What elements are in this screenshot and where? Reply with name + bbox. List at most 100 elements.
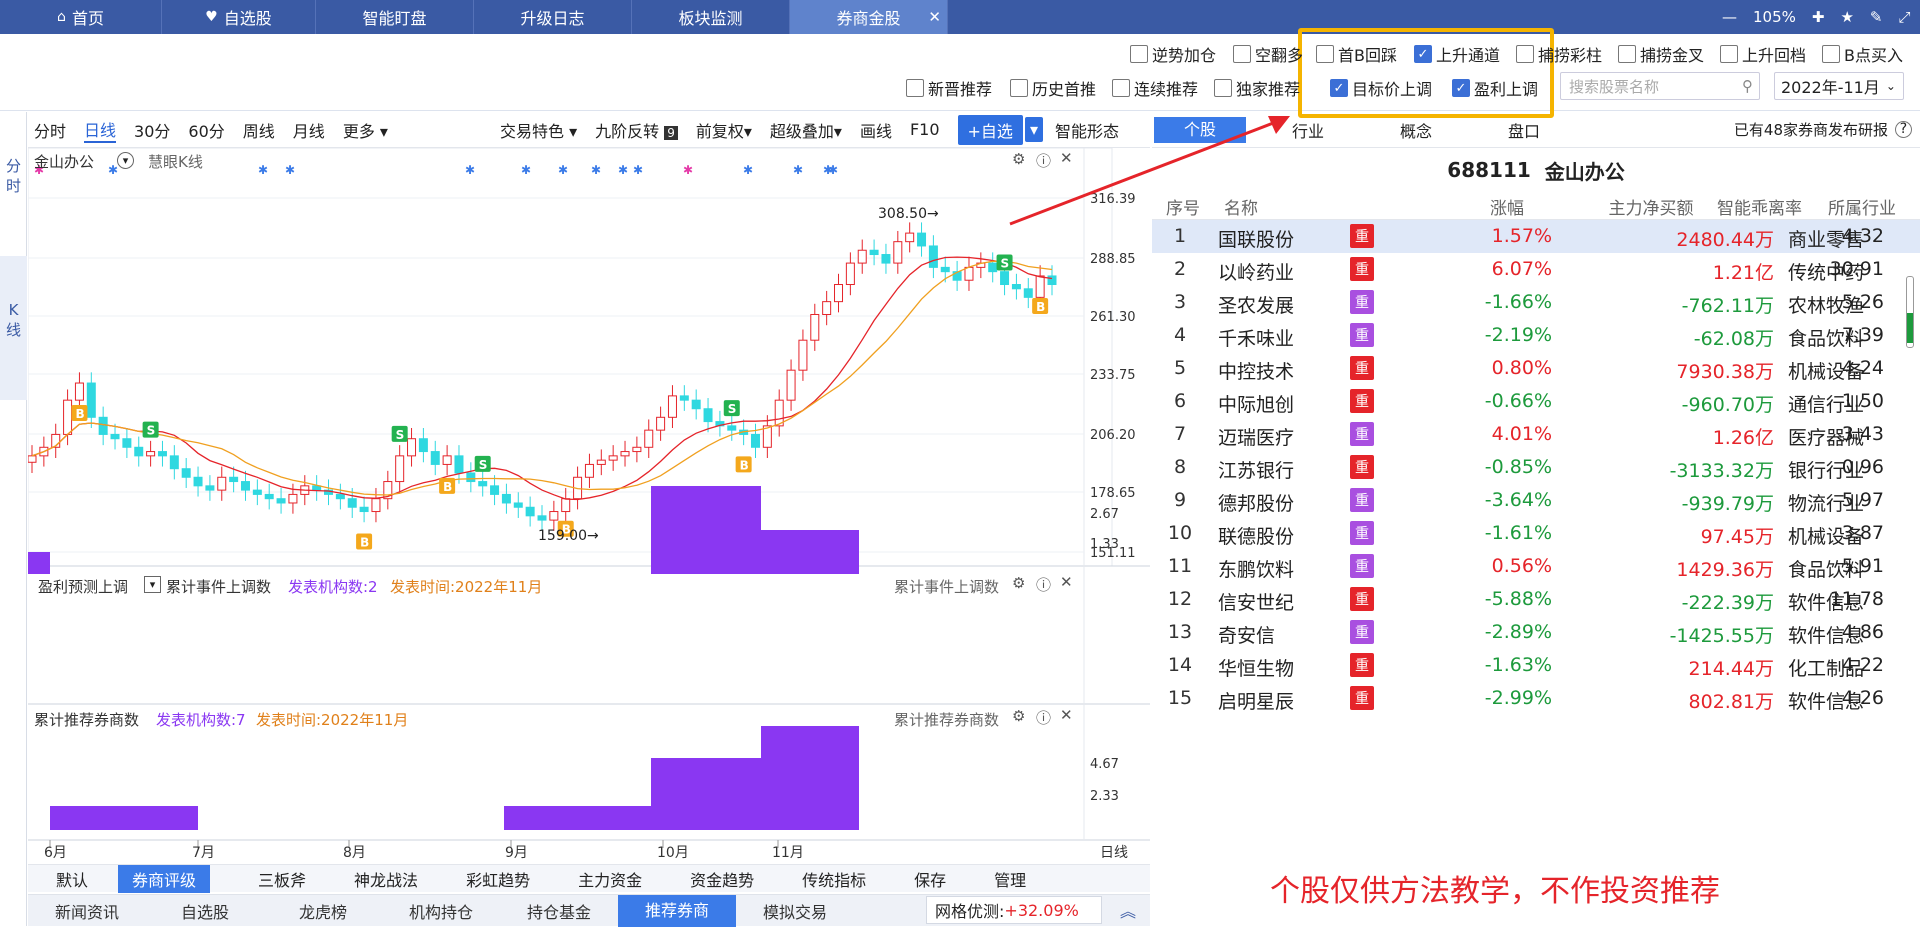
sidebar-item-kline[interactable]: K线: [0, 256, 27, 400]
tab-order-book[interactable]: 盘口: [1478, 118, 1570, 142]
close-icon[interactable]: ✕: [1060, 573, 1073, 591]
filter2-2[interactable]: 连续推荐: [1112, 76, 1198, 100]
table-row[interactable]: 15 启明星辰 -2.99% 802.81万 4.26 软件信息重: [1152, 682, 1920, 715]
filter-4[interactable]: 捕捞彩柱: [1516, 42, 1602, 66]
col-industry[interactable]: 所属行业: [1828, 194, 1896, 219]
filter-7[interactable]: B点买入: [1822, 42, 1903, 66]
help-icon[interactable]: ⓘ: [1036, 574, 1051, 595]
period-daily[interactable]: 日线: [84, 117, 117, 143]
kline-chart[interactable]: BSBSBSBSBSB ✱ ✱ ✱ ✱ ✱ ✱ ✱ ✱ ✱ ✱ ✱ ✱ ✱ ✱✱ 316.39288.85…: [28, 148, 1150, 864]
filter2-5[interactable]: ✓ 盈利上调: [1452, 76, 1538, 100]
tool-trade-feature[interactable]: 交易特色 ▾: [500, 118, 577, 142]
checkbox-icon[interactable]: [906, 79, 924, 97]
close-icon[interactable]: ✕: [1060, 706, 1073, 724]
indicator-tab-8[interactable]: 保存: [914, 867, 946, 891]
col-deviation[interactable]: 智能乖离率: [1652, 194, 1802, 219]
indicator-tab-7[interactable]: 传统指标: [802, 867, 866, 891]
tab-update-log[interactable]: 升级日志: [474, 0, 632, 34]
indicator-tab-5[interactable]: 主力资金: [578, 867, 642, 891]
zoom-out-icon[interactable]: —: [1722, 8, 1737, 26]
tool-f10[interactable]: F10: [910, 120, 940, 139]
tab-watchlist[interactable]: ♥ 自选股: [162, 0, 316, 34]
table-row[interactable]: 1 国联股份 1.57% 2480.44万 4.32 商业零售重: [1152, 220, 1920, 253]
table-row[interactable]: 8 江苏银行 -0.85% -3133.32万 0.96 银行行业重: [1152, 451, 1920, 484]
search-icon[interactable]: ⚲: [1742, 77, 1753, 95]
indicator-tab-0[interactable]: 默认: [56, 867, 88, 891]
period-60min[interactable]: 60分: [188, 118, 224, 142]
table-row[interactable]: 5 中控技术 0.80% 7930.38万 4.24 机械设备重: [1152, 352, 1920, 385]
checkbox-icon[interactable]: [1720, 45, 1738, 63]
filter-3[interactable]: ✓ 上升通道: [1414, 42, 1500, 66]
sidebar-item-timeshare[interactable]: 分时: [0, 156, 27, 196]
filter-5[interactable]: 捕捞金叉: [1618, 42, 1704, 66]
bottom-tab-4[interactable]: 持仓基金: [500, 899, 618, 923]
table-row[interactable]: 3 圣农发展 -1.66% -762.11万 5.26 农林牧渔重: [1152, 286, 1920, 319]
indicator-tab-2[interactable]: 三板斧: [258, 867, 306, 891]
search-input[interactable]: 搜索股票名称 ⚲: [1560, 72, 1760, 100]
period-30min[interactable]: 30分: [134, 118, 170, 142]
period-timeshare[interactable]: 分时: [34, 118, 66, 142]
table-row[interactable]: 7 迈瑞医疗 4.01% 1.26亿 3.43 医疗器械重: [1152, 418, 1920, 451]
col-change[interactable]: 涨幅: [1490, 194, 1524, 219]
checkbox-icon[interactable]: [1010, 79, 1028, 97]
tool-forward-adjust[interactable]: 前复权▾: [696, 118, 752, 142]
indicator-tab-4[interactable]: 彩虹趋势: [466, 867, 530, 891]
scrollbar-thumb[interactable]: [1906, 276, 1914, 348]
tool-draw-line[interactable]: 画线: [860, 118, 892, 142]
period-more[interactable]: 更多 ▾: [343, 118, 388, 142]
filter-1[interactable]: 空翻多: [1233, 42, 1303, 66]
table-row[interactable]: 4 千禾味业 -2.19% -62.08万 7.39 食品饮料重: [1152, 319, 1920, 352]
checkbox-checked-icon[interactable]: ✓: [1330, 79, 1348, 97]
table-row[interactable]: 11 东鹏饮料 0.56% 1429.36万 5.91 食品饮料重: [1152, 550, 1920, 583]
table-row[interactable]: 6 中际旭创 -0.66% -960.70万 1.50 通信行业重: [1152, 385, 1920, 418]
period-weekly[interactable]: 周线: [243, 118, 275, 142]
bottom-tab-5[interactable]: 推荐券商: [618, 894, 736, 927]
filter-6[interactable]: 上升回档: [1720, 42, 1806, 66]
col-no[interactable]: 序号: [1166, 194, 1200, 219]
filter2-1[interactable]: 历史首推: [1010, 76, 1096, 100]
help-icon[interactable]: ⓘ: [1036, 707, 1051, 728]
tab-broker-golden-stocks[interactable]: 券商金股 ✕: [790, 0, 948, 34]
dropdown-circle-icon[interactable]: ▾: [117, 152, 134, 169]
tab-sector-monitor[interactable]: 板块监测: [632, 0, 790, 34]
dropdown-icon[interactable]: ▾: [144, 576, 161, 593]
checkbox-icon[interactable]: [1516, 45, 1534, 63]
settings-icon[interactable]: ⚙: [1012, 574, 1025, 592]
checkbox-icon[interactable]: [1822, 45, 1840, 63]
col-name[interactable]: 名称: [1224, 194, 1258, 219]
indicator-tab-3[interactable]: 神龙战法: [354, 867, 418, 891]
bottom-tab-1[interactable]: 自选股: [146, 899, 264, 923]
pen-icon[interactable]: ✎: [1870, 8, 1883, 26]
help-icon[interactable]: ?: [1895, 121, 1912, 138]
tool-nine-reversal[interactable]: 九阶反转 9: [595, 118, 678, 142]
checkbox-icon[interactable]: [1618, 45, 1636, 63]
checkbox-icon[interactable]: [1112, 79, 1130, 97]
collapse-icon[interactable]: ︽: [1120, 898, 1136, 922]
checkbox-checked-icon[interactable]: ✓: [1414, 45, 1432, 63]
bottom-tab-3[interactable]: 机构持仓: [382, 899, 500, 923]
table-row[interactable]: 9 德邦股份 -3.64% -939.79万 5.97 物流行业重: [1152, 484, 1920, 517]
indicator-tab-9[interactable]: 管理: [994, 867, 1026, 891]
close-icon[interactable]: ✕: [928, 8, 941, 26]
checkbox-checked-icon[interactable]: ✓: [1452, 79, 1470, 97]
tab-home[interactable]: ⌂ 首页: [0, 0, 162, 34]
star-icon[interactable]: ★: [1840, 8, 1853, 26]
table-row[interactable]: 14 华恒生物 -1.63% 214.44万 4.22 化工制品重: [1152, 649, 1920, 682]
filter-2[interactable]: 首B回踩: [1316, 42, 1397, 66]
date-select[interactable]: 2022年-11月 ⌄: [1774, 72, 1904, 100]
tab-smart-watch[interactable]: 智能盯盘: [316, 0, 474, 34]
filter2-3[interactable]: 独家推荐: [1214, 76, 1300, 100]
indicator-tab-1[interactable]: 券商评级: [118, 864, 211, 893]
table-row[interactable]: 12 信安世纪 -5.88% -222.39万 11.78 软件信息重: [1152, 583, 1920, 616]
table-row[interactable]: 10 联德股份 -1.61% 97.45万 3.87 机械设备重: [1152, 517, 1920, 550]
bottom-tab-0[interactable]: 新闻资讯: [28, 899, 146, 923]
table-row[interactable]: 2 以岭药业 6.07% 1.21亿 30.91 传统中药重: [1152, 253, 1920, 286]
checkbox-icon[interactable]: [1233, 45, 1251, 63]
settings-icon[interactable]: ⚙: [1012, 707, 1025, 725]
tab-concept[interactable]: 概念: [1370, 118, 1462, 142]
zoom-in-icon[interactable]: ✚: [1812, 8, 1825, 26]
table-row[interactable]: 13 奇安信 -2.89% -1425.55万 4.86 软件信息重: [1152, 616, 1920, 649]
checkbox-icon[interactable]: [1214, 79, 1232, 97]
checkbox-icon[interactable]: [1316, 45, 1334, 63]
filter2-0[interactable]: 新晋推荐: [906, 76, 992, 100]
